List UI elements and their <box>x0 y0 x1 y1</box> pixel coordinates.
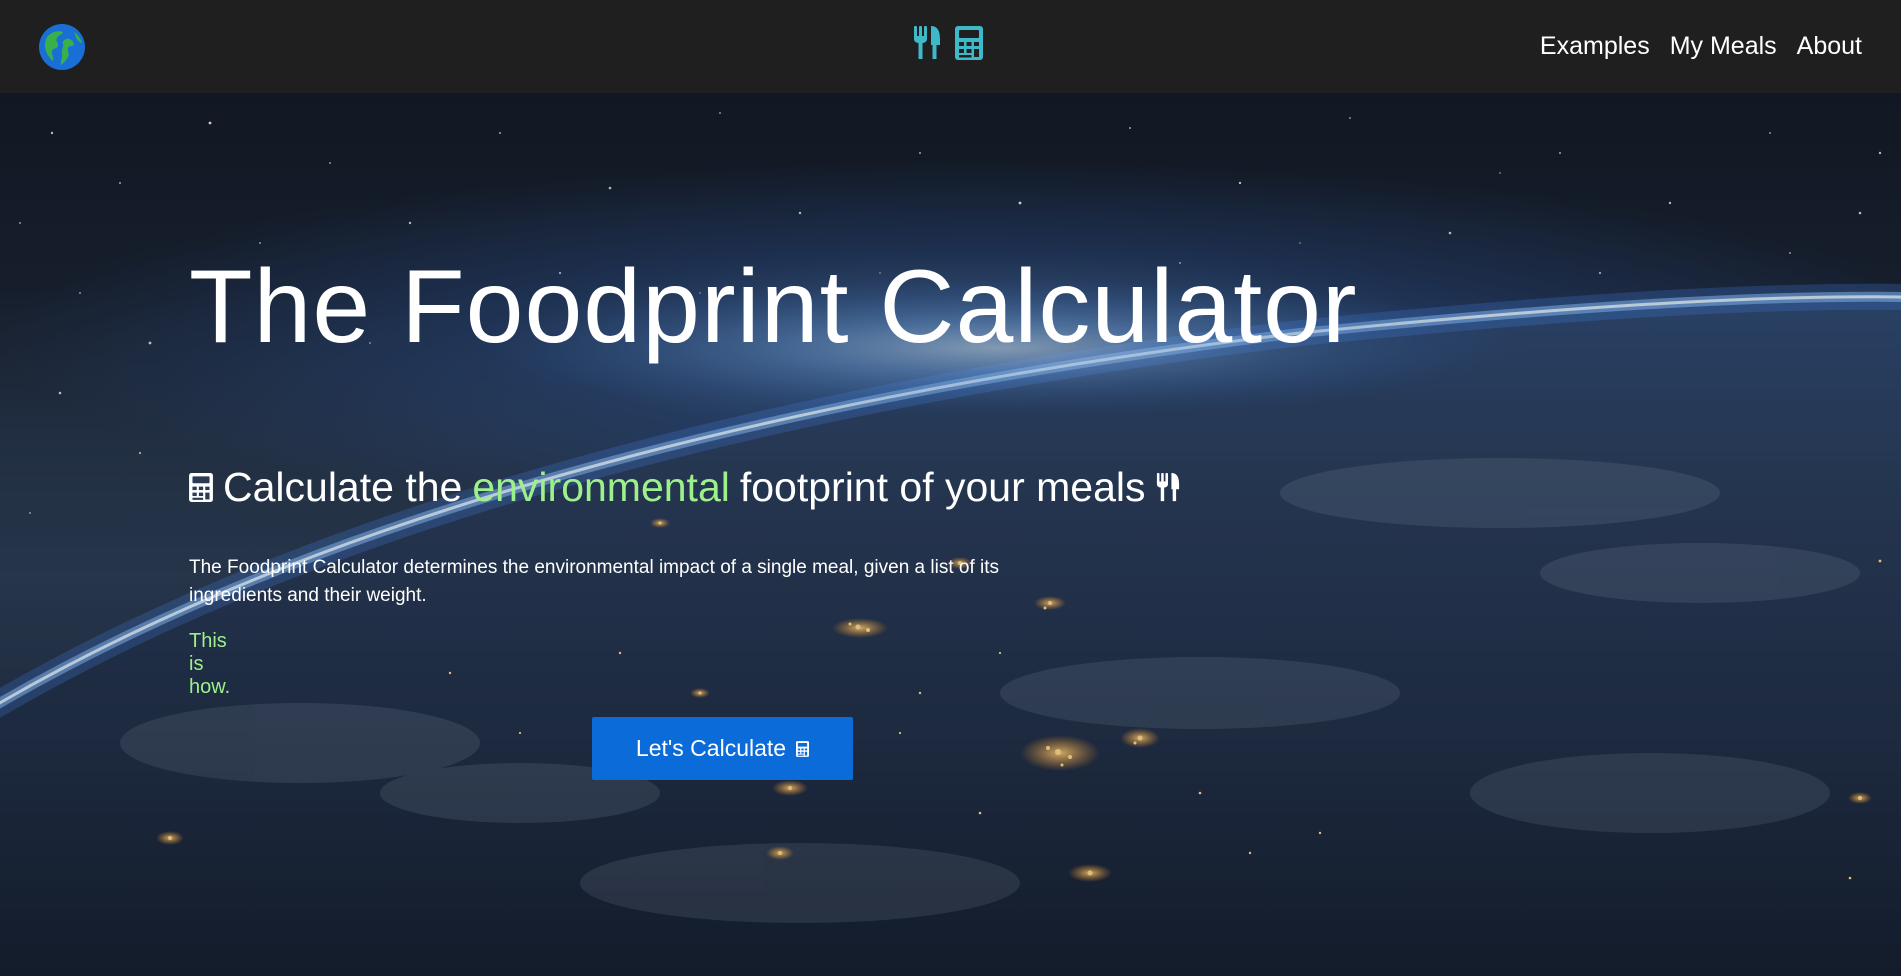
brand-icons <box>913 26 983 60</box>
calculator-icon <box>796 740 810 757</box>
hero-section: The Foodprint Calculator Calculate the e… <box>0 93 1901 976</box>
globe-americas-icon[interactable] <box>38 23 86 71</box>
utensils-icon <box>914 26 940 59</box>
earth-from-space-background <box>0 93 1901 976</box>
calculator-icon <box>189 473 213 502</box>
calculator-icon <box>955 26 983 60</box>
lets-calculate-button[interactable]: Let's Calculate <box>592 717 853 780</box>
subtitle-text-start: Calculate the <box>223 464 463 510</box>
how-it-works-link[interactable]: This is how. <box>189 630 230 699</box>
hero-subtitle: Calculate the environmental footprint of… <box>189 464 1180 511</box>
nav-links: Examples My Meals About <box>1540 30 1862 62</box>
top-navbar: Examples My Meals About <box>0 0 1901 93</box>
page-title: The Foodprint Calculator <box>189 249 1358 365</box>
utensils-icon <box>1156 473 1179 502</box>
nav-link-my-meals[interactable]: My Meals <box>1670 30 1777 62</box>
subtitle-text-end: footprint of your meals <box>739 464 1146 510</box>
hero-description: The Foodprint Calculator determines the … <box>189 557 1000 606</box>
cta-label: Let's Calculate <box>635 735 787 761</box>
nav-link-examples[interactable]: Examples <box>1540 30 1650 62</box>
nav-link-about[interactable]: About <box>1797 30 1862 62</box>
subtitle-highlight: environmental <box>472 464 730 510</box>
